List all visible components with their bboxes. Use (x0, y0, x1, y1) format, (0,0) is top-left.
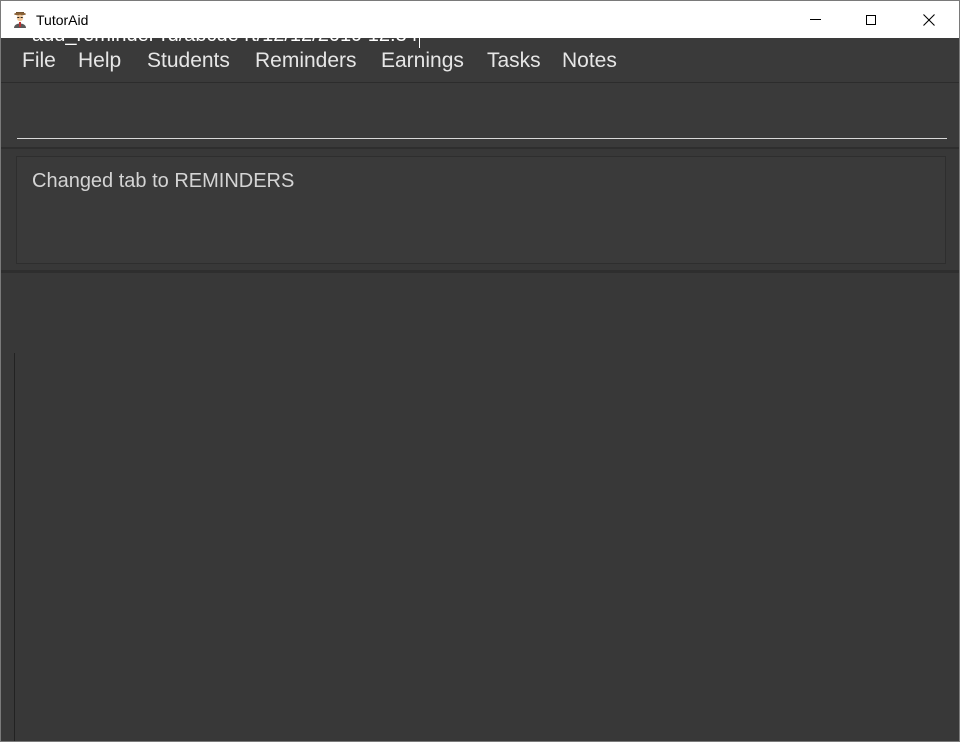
minimize-icon (809, 19, 821, 20)
menu-bar: File Help Students Reminders Earnings Ta… (1, 38, 959, 83)
command-input[interactable] (17, 95, 947, 139)
menu-notes[interactable]: Notes (562, 48, 617, 74)
maximize-button[interactable] (842, 1, 900, 38)
maximize-icon (866, 14, 876, 25)
result-message: Changed tab to REMINDERS (32, 170, 295, 192)
menu-help[interactable]: Help (78, 48, 121, 74)
reminders-panel (1, 273, 959, 741)
close-button[interactable] (900, 1, 958, 38)
window-title: TutorAid (36, 12, 89, 28)
tutor-avatar-icon (14, 12, 26, 28)
menu-students[interactable]: Students (147, 48, 230, 74)
menu-file[interactable]: File (22, 48, 56, 74)
menu-earnings[interactable]: Earnings (381, 48, 464, 74)
minimize-button[interactable] (786, 1, 844, 38)
result-display: Changed tab to REMINDERS (16, 156, 946, 264)
close-icon (923, 13, 935, 26)
reminder-list-border (14, 353, 15, 741)
title-bar: TutorAid (1, 1, 959, 38)
command-box-container (1, 83, 959, 149)
menu-reminders[interactable]: Reminders (255, 48, 357, 74)
app-window: TutorAid File Help Students Reminders Ea… (0, 0, 960, 742)
menu-tasks[interactable]: Tasks (487, 48, 541, 74)
